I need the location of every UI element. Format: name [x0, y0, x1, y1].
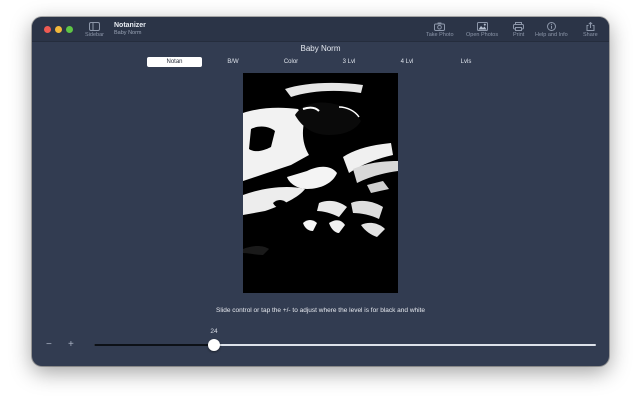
titlebar: Sidebar Notanizer Baby Norm Take Photo O…	[32, 17, 609, 42]
photos-icon	[476, 22, 488, 31]
app-window: Sidebar Notanizer Baby Norm Take Photo O…	[32, 17, 609, 366]
take-photo-label: Take Photo	[426, 32, 454, 38]
share-button[interactable]: Share	[583, 22, 598, 38]
tab-bw[interactable]: B/W	[205, 57, 261, 67]
minimize-window-button[interactable]	[55, 26, 62, 33]
document-title: Baby Norm	[300, 44, 341, 53]
slider-fill	[94, 344, 214, 346]
slider-thumb[interactable]	[208, 339, 220, 351]
close-window-button[interactable]	[44, 26, 51, 33]
tab-color[interactable]: Color	[263, 57, 319, 67]
camera-icon	[434, 22, 446, 31]
print-label: Print	[513, 32, 525, 38]
sidebar-toggle-button[interactable]: Sidebar	[85, 22, 104, 38]
share-label: Share	[583, 32, 598, 38]
printer-icon	[513, 22, 525, 31]
tab-3-lvl[interactable]: 3 Lvl	[321, 57, 377, 67]
help-and-info-button[interactable]: Help and Info	[535, 22, 568, 38]
notan-preview-image	[243, 73, 398, 293]
take-photo-button[interactable]: Take Photo	[426, 22, 454, 38]
print-button[interactable]: Print	[513, 22, 524, 38]
mode-tabs: Notan B/W Color 3 Lvl 4 Lvl Lvls	[147, 57, 495, 67]
level-slider[interactable]	[94, 339, 596, 351]
level-value: 24	[210, 328, 218, 335]
help-and-info-label: Help and Info	[535, 32, 568, 38]
info-icon	[546, 22, 556, 31]
document-subtitle: Baby Norm	[114, 30, 142, 36]
level-decrement-button[interactable]: −	[46, 339, 52, 351]
sidebar-label: Sidebar	[85, 32, 104, 38]
zoom-window-button[interactable]	[66, 26, 73, 33]
share-icon	[586, 22, 595, 31]
app-name: Notanizer	[114, 22, 146, 29]
tab-4-lvl[interactable]: 4 Lvl	[379, 57, 435, 67]
level-increment-button[interactable]: +	[68, 339, 74, 351]
sidebar-icon	[88, 22, 100, 31]
open-photos-label: Open Photos	[466, 32, 499, 38]
tab-notan[interactable]: Notan	[147, 57, 202, 67]
tab-lvls[interactable]: Lvls	[437, 57, 495, 67]
open-photos-button[interactable]: Open Photos	[466, 22, 498, 38]
adjust-hint: Slide control or tap the +/- to adjust w…	[215, 307, 425, 314]
